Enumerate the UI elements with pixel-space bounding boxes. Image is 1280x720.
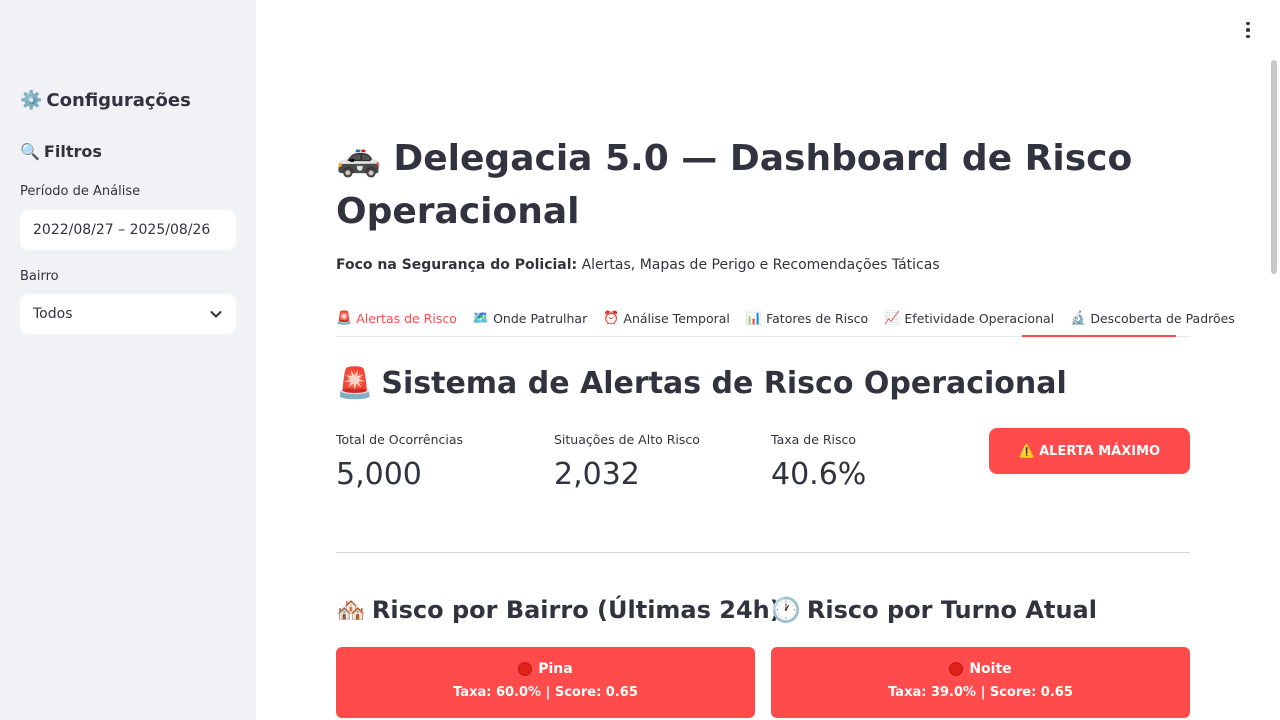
tab-descoberta-de-padroes[interactable]: 🔬 Descoberta de Padrões: [1070, 300, 1235, 337]
sidebar-title: ⚙️ Configurações: [20, 90, 191, 111]
sidebar: ⚙️ Configurações 🔍 Filtros Período de An…: [0, 0, 256, 720]
page-title: 🚓 Delegacia 5.0 — Dashboard de Risco Ope…: [336, 132, 1196, 238]
bairro-risk-title-text: Risco por Bairro (Últimas 24h): [371, 596, 781, 624]
risk-card-header: Noite: [771, 661, 1190, 677]
tab-alertas-de-risco[interactable]: 🚨 Alertas de Risco: [336, 300, 457, 337]
neighborhood-label: Bairro: [20, 269, 59, 284]
metric-value: 40.6%: [771, 457, 867, 492]
main-menu-button[interactable]: [1236, 18, 1260, 42]
section-title-text: Sistema de Alertas de Risco Operacional: [381, 366, 1067, 401]
filters-heading-text: Filtros: [43, 142, 102, 161]
bairro-risk-title: 🏘️ Risco por Bairro (Últimas 24h): [336, 596, 781, 624]
siren-icon: 🚨: [336, 366, 374, 401]
alarm-clock-icon: ⏰: [603, 311, 620, 326]
search-icon: 🔍: [20, 142, 40, 161]
tab-analise-temporal[interactable]: ⏰ Análise Temporal: [603, 300, 730, 337]
tab-label: Análise Temporal: [623, 311, 730, 326]
vertical-scrollbar[interactable]: [1271, 60, 1277, 274]
period-date-value: 2022/08/27 – 2025/08/26: [33, 222, 211, 238]
turno-risk-title-text: Risco por Turno Atual: [806, 596, 1097, 624]
subtitle-bold: Foco na Segurança do Policial:: [336, 257, 578, 273]
red-circle-icon: [518, 662, 533, 676]
police-car-icon: 🚓: [336, 138, 381, 179]
tab-fatores-de-risco[interactable]: 📊 Fatores de Risco: [746, 300, 868, 337]
divider: [336, 552, 1190, 553]
risk-card-stats: Taxa: 60.0% | Score: 0.65: [453, 685, 638, 700]
bar-chart-icon: 📊: [745, 311, 763, 326]
turno-risk-card: Noite Taxa: 39.0% | Score: 0.65: [771, 647, 1190, 718]
houses-icon: 🏘️: [336, 596, 366, 624]
tab-label: Efetividade Operacional: [904, 311, 1055, 326]
metric-label: Total de Ocorrências: [336, 432, 464, 447]
tab-label: Onde Patrulhar: [493, 311, 588, 326]
tab-label: Alertas de Risco: [356, 311, 457, 326]
neighborhood-select-value: Todos: [33, 306, 73, 322]
period-date-input[interactable]: 2022/08/27 – 2025/08/26: [20, 210, 236, 250]
alerta-maximo-label: ALERTA MÁXIMO: [1039, 443, 1161, 459]
tab-onde-patrulhar[interactable]: 🗺️ Onde Patrulhar: [473, 300, 587, 337]
microscope-icon: 🔬: [1070, 311, 1087, 326]
subtitle-text: Alertas, Mapas de Perigo e Recomendações…: [577, 257, 940, 273]
tab-bar: 🚨 Alertas de Risco 🗺️ Onde Patrulhar ⏰ A…: [336, 300, 1235, 337]
metric-label: Taxa de Risco: [771, 432, 857, 447]
metric-value: 5,000: [336, 457, 422, 492]
kebab-dot-icon: [1246, 28, 1250, 32]
tab-label: Fatores de Risco: [766, 311, 869, 326]
gear-icon: ⚙️: [20, 90, 43, 111]
metric-alto-risco: Situações de Alto Risco 2,032: [554, 432, 700, 492]
tab-label: Descoberta de Padrões: [1090, 311, 1235, 326]
clock-icon: 🕐: [771, 596, 801, 624]
siren-icon: 🚨: [336, 311, 353, 326]
section-title: 🚨 Sistema de Alertas de Risco Operaciona…: [336, 366, 1067, 401]
page-title-text: Delegacia 5.0 — Dashboard de Risco Opera…: [336, 138, 1133, 232]
risk-card-name: Noite: [969, 661, 1012, 677]
risk-card-header: Pina: [336, 661, 755, 677]
trending-up-icon: 📈: [884, 311, 901, 326]
tab-efetividade-operacional[interactable]: 📈 Efetividade Operacional: [884, 300, 1054, 337]
map-icon: 🗺️: [472, 311, 490, 326]
kebab-dot-icon: [1246, 34, 1250, 39]
tab-hover-indicator: [1022, 335, 1176, 337]
metric-value: 2,032: [554, 457, 640, 492]
warning-icon: ⚠️: [1018, 443, 1036, 459]
metric-taxa-de-risco: Taxa de Risco 40.6%: [771, 432, 866, 492]
risk-card-stats: Taxa: 39.0% | Score: 0.65: [888, 685, 1073, 700]
turno-risk-title: 🕐 Risco por Turno Atual: [771, 596, 1097, 624]
sidebar-title-text: Configurações: [46, 90, 191, 111]
chevron-down-icon: [210, 311, 222, 318]
risk-card-name: Pina: [538, 661, 573, 677]
metric-label: Situações de Alto Risco: [554, 432, 700, 447]
neighborhood-select[interactable]: Todos: [20, 294, 236, 334]
filters-heading: 🔍 Filtros: [20, 142, 102, 161]
alerta-maximo-button[interactable]: ⚠️ ALERTA MÁXIMO: [989, 428, 1190, 474]
red-circle-icon: [949, 662, 964, 676]
bairro-risk-card: Pina Taxa: 60.0% | Score: 0.65: [336, 647, 755, 718]
period-label: Período de Análise: [20, 184, 141, 199]
metric-total-ocorrencias: Total de Ocorrências 5,000: [336, 432, 463, 492]
page-subtitle: Foco na Segurança do Policial: Alertas, …: [336, 257, 940, 273]
kebab-dot-icon: [1246, 21, 1250, 26]
